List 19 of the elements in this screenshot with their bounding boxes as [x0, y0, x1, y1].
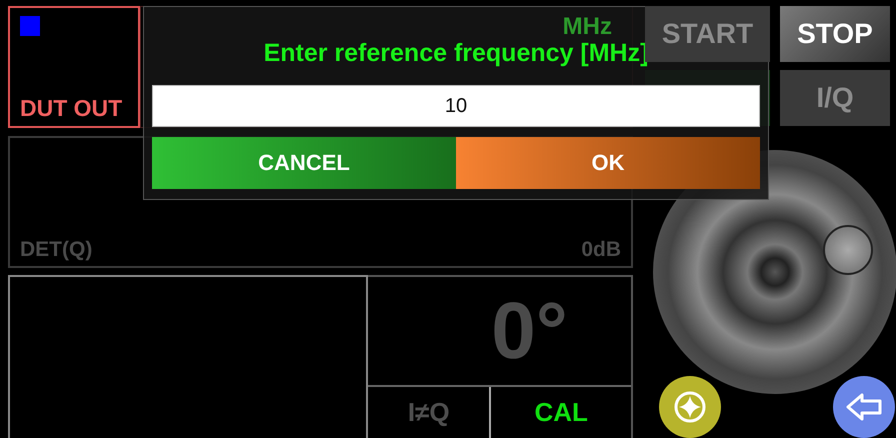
control-button[interactable]: START — [645, 6, 770, 62]
ok-button[interactable]: OK — [456, 137, 760, 189]
status-label: DUT OUT — [20, 95, 124, 122]
gain-label: 0dB — [581, 238, 621, 262]
joystick-thumb[interactable] — [823, 225, 873, 275]
arrow-left-icon — [846, 393, 882, 421]
detector-label: DET(Q) — [20, 238, 92, 262]
indicator-icon — [20, 16, 40, 36]
control-button[interactable]: STOP — [780, 6, 890, 62]
phase-reading: 0° — [490, 285, 568, 377]
crosshair-icon — [673, 390, 707, 424]
center-button[interactable] — [659, 376, 721, 438]
frequency-unit: MHz — [562, 13, 612, 41]
cancel-button[interactable]: CANCEL — [152, 137, 456, 189]
mode-button[interactable]: I≠Q — [368, 387, 490, 438]
mode-button[interactable]: CAL — [489, 387, 631, 438]
back-button[interactable] — [833, 376, 895, 438]
frequency-input[interactable]: 10 — [152, 85, 760, 127]
control-button[interactable]: I/Q — [780, 70, 890, 126]
